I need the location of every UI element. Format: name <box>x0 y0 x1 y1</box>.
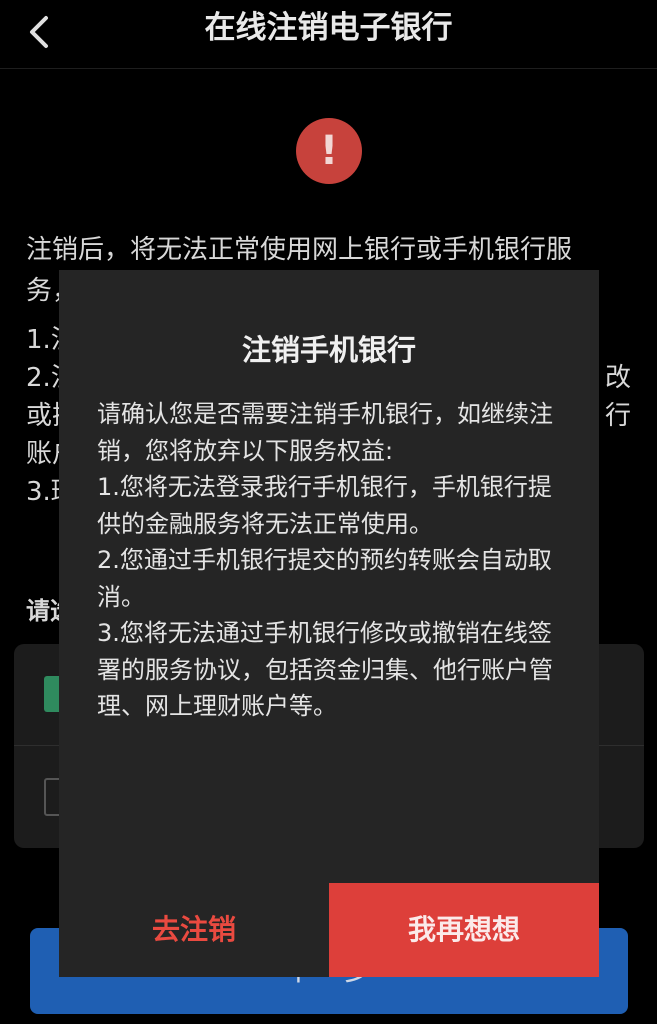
dialog-body: 请确认您是否需要注销手机银行，如继续注销，您将放弃以下服务权益: 1.您将无法登… <box>97 396 567 725</box>
dialog-title: 注销手机银行 <box>241 333 416 367</box>
confirm-cancel-account-button[interactable]: 去注销 <box>59 883 329 977</box>
page-title: 在线注销电子银行 <box>204 10 453 46</box>
dialog-paragraph: 2.您通过手机银行提交的预约转账会自动取消。 <box>97 546 552 611</box>
confirm-dialog: 注销手机银行 请确认您是否需要注销手机银行，如继续注销，您将放弃以下服务权益: … <box>59 270 599 977</box>
dialog-paragraph: 1.您将无法登录我行手机银行，手机银行提供的金融服务将无法正常使用。 <box>97 473 552 538</box>
dialog-paragraph: 请确认您是否需要注销手机银行，如继续注销，您将放弃以下服务权益: <box>97 400 553 465</box>
app-header: 在线注销电子银行 <box>0 0 657 69</box>
exclamation-icon: ! <box>296 118 362 184</box>
notice-item-2-tail: 改 <box>604 363 631 393</box>
think-again-button[interactable]: 我再想想 <box>329 883 599 977</box>
notice-item-2-cont-tail: 行 <box>604 401 631 431</box>
dialog-paragraph: 3.您将无法通过手机银行修改或撤销在线签署的服务协议，包括资金归集、他行账户管理… <box>97 619 553 720</box>
